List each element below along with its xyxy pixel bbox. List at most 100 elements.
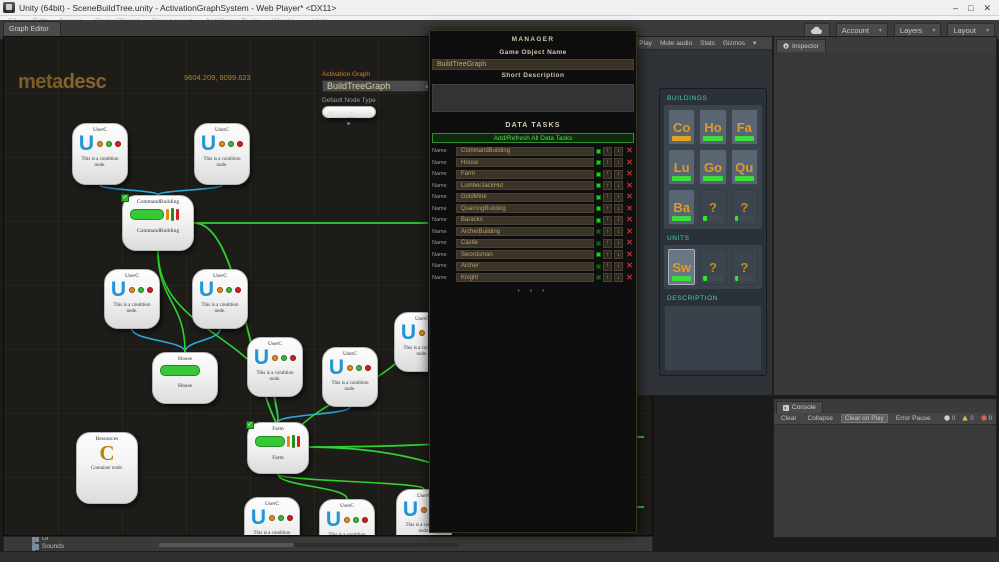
task-move-up-button[interactable]: ↑ <box>603 250 612 259</box>
task-name-input[interactable]: Archer <box>456 261 594 271</box>
unit-slot-Sw[interactable]: Sw <box>668 249 696 285</box>
task-delete-button[interactable]: ✕ <box>625 181 634 190</box>
task-move-up-button[interactable]: ↑ <box>603 204 612 213</box>
task-delete-button[interactable]: ✕ <box>625 216 634 225</box>
task-delete-button[interactable]: ✕ <box>625 204 634 213</box>
task-status-led[interactable] <box>596 252 601 257</box>
project-item-sounds[interactable]: Sounds <box>32 541 64 550</box>
unit-slot-?[interactable]: ? <box>699 249 727 285</box>
task-name-input[interactable]: Castle <box>456 238 594 248</box>
building-slot-Ba[interactable]: Ba <box>668 189 696 225</box>
building-slot-Lu[interactable]: Lu <box>668 149 696 185</box>
task-delete-button[interactable]: ✕ <box>625 227 634 236</box>
task-move-up-button[interactable]: ↑ <box>603 238 612 248</box>
graph-node[interactable]: UserCUThis is a condition node. <box>244 497 300 535</box>
task-delete-button[interactable]: ✕ <box>625 158 634 167</box>
default-node-type-dropdown[interactable]: Build Node ▸ <box>322 106 377 127</box>
task-move-down-button[interactable]: ↓ <box>614 261 623 271</box>
building-slot-?[interactable]: ? <box>699 189 727 225</box>
graph-node[interactable]: UserCUThis is a condition node. <box>192 269 248 329</box>
task-delete-button[interactable]: ✕ <box>625 147 634 156</box>
task-move-up-button[interactable]: ↑ <box>603 169 612 179</box>
task-move-down-button[interactable]: ↓ <box>614 192 623 202</box>
task-move-down-button[interactable]: ↓ <box>614 238 623 248</box>
building-slot-Co[interactable]: Co <box>668 109 696 145</box>
task-status-led[interactable] <box>596 183 601 188</box>
graph-node[interactable]: UserCUThis is a condition node. <box>72 123 128 185</box>
close-button[interactable]: ✕ <box>983 3 991 13</box>
graph-node[interactable]: ✓ CommandBuilding CommandBuilding <box>121 194 194 251</box>
task-move-down-button[interactable]: ↓ <box>614 204 623 213</box>
resize-dots[interactable]: • • • <box>430 284 636 295</box>
task-status-led[interactable] <box>596 206 601 211</box>
tab-graph-editor[interactable]: Graph Editor <box>3 21 61 36</box>
activation-graph-dropdown[interactable]: BuildTreeGraph ▸ <box>322 80 434 92</box>
task-name-input[interactable]: Swordsman <box>456 250 594 259</box>
task-name-input[interactable]: Baracks <box>456 215 594 225</box>
building-slot-Fa[interactable]: Fa <box>730 109 758 145</box>
task-name-input[interactable]: House <box>456 158 594 167</box>
graph-node[interactable]: UserCUThis is a condition node. <box>319 499 375 535</box>
task-name-input[interactable]: GoldMine <box>456 192 594 202</box>
building-slot-?[interactable]: ? <box>730 189 758 225</box>
gameview-mute-audio[interactable]: Mute audio <box>660 40 692 47</box>
error-pause-button[interactable]: Error Pause <box>893 415 934 422</box>
task-delete-button[interactable]: ✕ <box>625 239 634 248</box>
game-object-name-input[interactable]: BuildTreeGraph <box>432 59 634 70</box>
gameview-stats[interactable]: Stats <box>700 40 715 47</box>
horizontal-scrollbar[interactable] <box>159 543 459 547</box>
task-move-down-button[interactable]: ↓ <box>614 227 623 236</box>
task-status-led[interactable] <box>596 217 601 223</box>
task-delete-button[interactable]: ✕ <box>625 193 634 202</box>
task-status-led[interactable] <box>596 194 601 200</box>
console-log-area[interactable] <box>774 425 996 537</box>
task-status-led[interactable] <box>596 148 601 154</box>
task-status-led[interactable] <box>596 160 601 165</box>
task-move-down-button[interactable]: ↓ <box>614 146 623 156</box>
task-delete-button[interactable]: ✕ <box>625 273 634 282</box>
task-move-down-button[interactable]: ↓ <box>614 215 623 225</box>
task-status-led[interactable] <box>596 229 601 234</box>
tab-console[interactable]: Console <box>776 401 823 413</box>
task-move-up-button[interactable]: ↑ <box>603 227 612 236</box>
tab-inspector[interactable]: Inspector <box>776 39 826 52</box>
task-move-down-button[interactable]: ↓ <box>614 250 623 259</box>
task-delete-button[interactable]: ✕ <box>625 262 634 271</box>
task-name-input[interactable]: CommandBuilding <box>456 146 594 156</box>
task-move-up-button[interactable]: ↑ <box>603 273 612 282</box>
task-move-up-button[interactable]: ↑ <box>603 215 612 225</box>
graph-node[interactable]: House House <box>152 352 218 404</box>
task-move-down-button[interactable]: ↓ <box>614 273 623 282</box>
task-delete-button[interactable]: ✕ <box>625 170 634 179</box>
task-move-down-button[interactable]: ↓ <box>614 169 623 179</box>
task-name-input[interactable]: Farm <box>456 169 594 179</box>
node-enabled-checkbox[interactable]: ✓ <box>121 194 129 202</box>
gameview-gizmos[interactable]: Gizmos <box>723 40 745 47</box>
task-move-down-button[interactable]: ↓ <box>614 158 623 167</box>
task-name-input[interactable]: ArcherBuilding <box>456 227 594 236</box>
node-enabled-checkbox[interactable]: ✓ <box>246 421 254 429</box>
task-move-up-button[interactable]: ↑ <box>603 158 612 167</box>
task-name-input[interactable]: QuarringBuilding <box>456 204 594 213</box>
graph-node[interactable]: Resources C Container node. <box>76 432 138 504</box>
task-status-led[interactable] <box>596 240 601 246</box>
graph-node[interactable]: UserCUThis is a condition node. <box>194 123 250 185</box>
unit-slot-?[interactable]: ? <box>730 249 758 285</box>
maximize-button[interactable]: □ <box>968 3 973 13</box>
clear-button[interactable]: Clear <box>778 415 800 422</box>
task-move-up-button[interactable]: ↑ <box>603 192 612 202</box>
task-status-led[interactable] <box>596 171 601 177</box>
building-slot-Qu[interactable]: Qu <box>730 149 758 185</box>
graph-node[interactable]: ✓ Farm Farm <box>246 421 309 474</box>
building-slot-Ho[interactable]: Ho <box>699 109 727 145</box>
add-refresh-all-data-tasks-button[interactable]: Add/Refresh All Data Tasks <box>432 133 634 143</box>
task-move-up-button[interactable]: ↑ <box>603 181 612 190</box>
graph-node[interactable]: UserCUThis is a condition node. <box>322 347 378 407</box>
project-item-ui[interactable]: UI <box>32 537 49 542</box>
task-move-down-button[interactable]: ↓ <box>614 181 623 190</box>
task-name-input[interactable]: LumberJackHut <box>456 181 594 190</box>
task-move-up-button[interactable]: ↑ <box>603 261 612 271</box>
short-description-input[interactable] <box>432 84 634 112</box>
graph-node[interactable]: UserCUThis is a condition node. <box>247 337 303 397</box>
task-move-up-button[interactable]: ↑ <box>603 146 612 156</box>
